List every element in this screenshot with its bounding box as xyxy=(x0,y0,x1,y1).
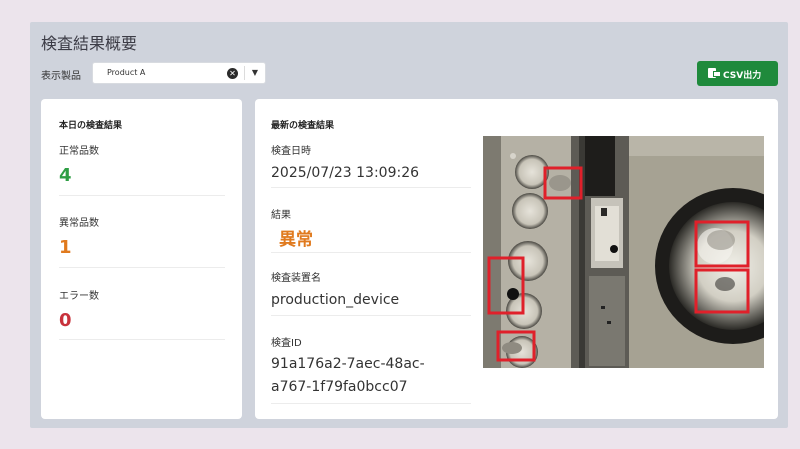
inspection-id-line2: a767-1f79fa0bcc07 xyxy=(271,379,408,395)
product-select[interactable]: Product A ✕ ▼ xyxy=(92,62,266,84)
page-title: 検査結果概要 xyxy=(41,34,138,53)
chevron-down-icon[interactable]: ▼ xyxy=(248,67,262,79)
datetime-value: 2025/07/23 13:09:26 xyxy=(271,165,420,181)
result-label: 結果 xyxy=(271,210,291,221)
csv-export-label: CSV出力 xyxy=(723,71,762,81)
divider xyxy=(271,187,471,188)
product-filter-label: 表示製品 xyxy=(41,71,81,82)
device-value: production_device xyxy=(271,292,400,308)
abnormal-count-value: 1 xyxy=(59,237,72,258)
datetime-label: 検査日時 xyxy=(271,146,311,157)
divider xyxy=(59,339,225,340)
normal-count-label: 正常品数 xyxy=(59,146,99,157)
divider xyxy=(59,267,225,268)
divider xyxy=(271,403,471,404)
today-results-card: 本日の検査結果 正常品数 4 異常品数 1 エラー数 0 xyxy=(41,99,242,419)
normal-count-value: 4 xyxy=(59,165,72,186)
inspection-id-label: 検査ID xyxy=(271,338,302,349)
latest-result-title: 最新の検査結果 xyxy=(271,121,335,131)
csv-export-button[interactable]: CSV出力 xyxy=(697,61,778,86)
divider xyxy=(59,195,225,196)
latest-result-card: 最新の検査結果 検査日時 2025/07/23 13:09:26 結果 異常 検… xyxy=(255,99,778,419)
divider xyxy=(271,315,471,316)
divider xyxy=(271,252,471,253)
clear-selection-icon[interactable]: ✕ xyxy=(227,68,238,79)
today-results-title: 本日の検査結果 xyxy=(59,121,123,131)
result-value: 異常 xyxy=(279,230,313,250)
error-count-value: 0 xyxy=(59,310,72,331)
product-select-value: Product A xyxy=(107,68,146,77)
inspection-image xyxy=(483,136,764,368)
export-file-icon xyxy=(708,68,721,78)
abnormal-count-label: 異常品数 xyxy=(59,218,99,229)
inspection-id-line1: 91a176a2-7aec-48ac- xyxy=(271,356,425,372)
select-divider xyxy=(244,66,245,80)
device-label: 検査装置名 xyxy=(271,273,321,284)
inspection-image-drawing xyxy=(483,136,764,368)
error-count-label: エラー数 xyxy=(59,291,99,302)
